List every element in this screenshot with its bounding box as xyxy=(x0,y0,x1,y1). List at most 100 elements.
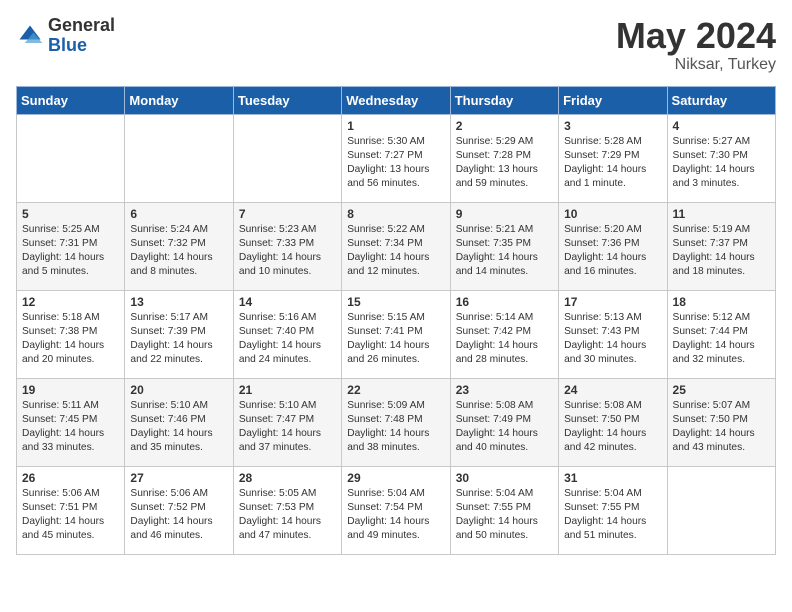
day-number: 8 xyxy=(347,207,444,221)
day-number: 13 xyxy=(130,295,227,309)
day-number: 12 xyxy=(22,295,119,309)
cell-info: Sunrise: 5:28 AMSunset: 7:29 PMDaylight:… xyxy=(564,136,646,190)
calendar-cell: 17 Sunrise: 5:13 AMSunset: 7:43 PMDayligh… xyxy=(559,290,667,378)
logo-icon xyxy=(16,22,44,50)
day-number: 9 xyxy=(456,207,553,221)
day-number: 17 xyxy=(564,295,661,309)
cell-info: Sunrise: 5:08 AMSunset: 7:49 PMDaylight:… xyxy=(456,400,538,454)
calendar-week-row: 19Sunrise: 5:11 AMSunset: 7:45 PMDayligh… xyxy=(17,378,776,466)
day-number: 24 xyxy=(564,383,661,397)
calendar-week-row: 26 Sunrise: 5:06 AMSunset: 7:51 PMDayligh… xyxy=(17,466,776,554)
cell-info: Sunrise: 5:09 AMSunset: 7:48 PMDaylight:… xyxy=(347,400,429,454)
calendar-cell: 1 Sunrise: 5:30 AMSunset: 7:27 PMDaylight… xyxy=(342,114,450,202)
day-number: 5 xyxy=(22,207,119,221)
day-number: 30 xyxy=(456,471,553,485)
day-number: 25 xyxy=(673,383,770,397)
calendar-cell: 11Sunrise: 5:19 AMSunset: 7:37 PMDayligh… xyxy=(667,202,775,290)
calendar-cell: 15 Sunrise: 5:15 AMSunset: 7:41 PMDayligh… xyxy=(342,290,450,378)
cell-info: Sunrise: 5:10 AMSunset: 7:46 PMDaylight:… xyxy=(130,400,212,454)
cell-info: Sunrise: 5:16 AMSunset: 7:40 PMDaylight:… xyxy=(239,312,321,366)
day-number: 22 xyxy=(347,383,444,397)
day-number: 7 xyxy=(239,207,336,221)
cell-info: Sunrise: 5:07 AMSunset: 7:50 PMDaylight:… xyxy=(673,400,755,454)
day-header: Monday xyxy=(125,86,233,114)
calendar-cell: 31 Sunrise: 5:04 AMSunset: 7:55 PMDayligh… xyxy=(559,466,667,554)
calendar-cell: 4 Sunrise: 5:27 AMSunset: 7:30 PMDaylight… xyxy=(667,114,775,202)
header-row: SundayMondayTuesdayWednesdayThursdayFrid… xyxy=(17,86,776,114)
location-subtitle: Niksar, Turkey xyxy=(616,56,776,74)
calendar-cell xyxy=(233,114,341,202)
cell-info: Sunrise: 5:11 AMSunset: 7:45 PMDaylight:… xyxy=(22,400,104,454)
day-header: Friday xyxy=(559,86,667,114)
calendar-cell: 24 Sunrise: 5:08 AMSunset: 7:50 PMDayligh… xyxy=(559,378,667,466)
day-number: 18 xyxy=(673,295,770,309)
calendar-cell: 20 Sunrise: 5:10 AMSunset: 7:46 PMDayligh… xyxy=(125,378,233,466)
cell-info: Sunrise: 5:12 AMSunset: 7:44 PMDaylight:… xyxy=(673,312,755,366)
cell-info: Sunrise: 5:17 AMSunset: 7:39 PMDaylight:… xyxy=(130,312,212,366)
day-number: 4 xyxy=(673,119,770,133)
calendar-cell: 14 Sunrise: 5:16 AMSunset: 7:40 PMDayligh… xyxy=(233,290,341,378)
cell-info: Sunrise: 5:15 AMSunset: 7:41 PMDaylight:… xyxy=(347,312,429,366)
calendar-cell: 10Sunrise: 5:20 AMSunset: 7:36 PMDayligh… xyxy=(559,202,667,290)
cell-info: Sunrise: 5:10 AMSunset: 7:47 PMDaylight:… xyxy=(239,400,321,454)
calendar-cell: 26 Sunrise: 5:06 AMSunset: 7:51 PMDayligh… xyxy=(17,466,125,554)
cell-info: Sunrise: 5:06 AMSunset: 7:51 PMDaylight:… xyxy=(22,488,104,542)
day-number: 15 xyxy=(347,295,444,309)
calendar-cell xyxy=(17,114,125,202)
day-number: 2 xyxy=(456,119,553,133)
logo-blue: Blue xyxy=(48,36,115,56)
day-header: Thursday xyxy=(450,86,558,114)
calendar-cell: 6Sunrise: 5:24 AMSunset: 7:32 PMDaylight… xyxy=(125,202,233,290)
day-header: Tuesday xyxy=(233,86,341,114)
day-number: 28 xyxy=(239,471,336,485)
day-number: 3 xyxy=(564,119,661,133)
cell-info: Sunrise: 5:04 AMSunset: 7:55 PMDaylight:… xyxy=(564,488,646,542)
cell-info: Sunrise: 5:23 AMSunset: 7:33 PMDaylight:… xyxy=(239,224,321,278)
calendar-cell: 30 Sunrise: 5:04 AMSunset: 7:55 PMDayligh… xyxy=(450,466,558,554)
day-number: 16 xyxy=(456,295,553,309)
day-header: Sunday xyxy=(17,86,125,114)
calendar-cell: 28Sunrise: 5:05 AMSunset: 7:53 PMDayligh… xyxy=(233,466,341,554)
day-number: 14 xyxy=(239,295,336,309)
calendar-cell: 13 Sunrise: 5:17 AMSunset: 7:39 PMDayligh… xyxy=(125,290,233,378)
title-area: May 2024 Niksar, Turkey xyxy=(616,16,776,74)
cell-info: Sunrise: 5:20 AMSunset: 7:36 PMDaylight:… xyxy=(564,224,646,278)
day-number: 21 xyxy=(239,383,336,397)
calendar-cell: 7 Sunrise: 5:23 AMSunset: 7:33 PMDaylight… xyxy=(233,202,341,290)
calendar-cell: 12 Sunrise: 5:18 AMSunset: 7:38 PMDayligh… xyxy=(17,290,125,378)
cell-info: Sunrise: 5:21 AMSunset: 7:35 PMDaylight:… xyxy=(456,224,538,278)
calendar-cell: 18 Sunrise: 5:12 AMSunset: 7:44 PMDayligh… xyxy=(667,290,775,378)
day-number: 26 xyxy=(22,471,119,485)
cell-info: Sunrise: 5:13 AMSunset: 7:43 PMDaylight:… xyxy=(564,312,646,366)
calendar-cell: 9 Sunrise: 5:21 AMSunset: 7:35 PMDaylight… xyxy=(450,202,558,290)
cell-info: Sunrise: 5:08 AMSunset: 7:50 PMDaylight:… xyxy=(564,400,646,454)
calendar-cell: 8Sunrise: 5:22 AMSunset: 7:34 PMDaylight… xyxy=(342,202,450,290)
cell-info: Sunrise: 5:18 AMSunset: 7:38 PMDaylight:… xyxy=(22,312,104,366)
calendar-cell: 5 Sunrise: 5:25 AMSunset: 7:31 PMDaylight… xyxy=(17,202,125,290)
cell-info: Sunrise: 5:29 AMSunset: 7:28 PMDaylight:… xyxy=(456,136,538,190)
day-header: Wednesday xyxy=(342,86,450,114)
cell-info: Sunrise: 5:04 AMSunset: 7:55 PMDaylight:… xyxy=(456,488,538,542)
calendar-table: SundayMondayTuesdayWednesdayThursdayFrid… xyxy=(16,86,776,555)
calendar-cell: 19Sunrise: 5:11 AMSunset: 7:45 PMDayligh… xyxy=(17,378,125,466)
logo-general: General xyxy=(48,16,115,36)
day-header: Saturday xyxy=(667,86,775,114)
cell-info: Sunrise: 5:27 AMSunset: 7:30 PMDaylight:… xyxy=(673,136,755,190)
calendar-cell: 27Sunrise: 5:06 AMSunset: 7:52 PMDayligh… xyxy=(125,466,233,554)
day-number: 1 xyxy=(347,119,444,133)
calendar-cell: 25 Sunrise: 5:07 AMSunset: 7:50 PMDayligh… xyxy=(667,378,775,466)
cell-info: Sunrise: 5:30 AMSunset: 7:27 PMDaylight:… xyxy=(347,136,429,190)
day-number: 20 xyxy=(130,383,227,397)
calendar-week-row: 5 Sunrise: 5:25 AMSunset: 7:31 PMDaylight… xyxy=(17,202,776,290)
calendar-cell: 3 Sunrise: 5:28 AMSunset: 7:29 PMDaylight… xyxy=(559,114,667,202)
calendar-week-row: 12 Sunrise: 5:18 AMSunset: 7:38 PMDayligh… xyxy=(17,290,776,378)
calendar-week-row: 1 Sunrise: 5:30 AMSunset: 7:27 PMDaylight… xyxy=(17,114,776,202)
day-number: 27 xyxy=(130,471,227,485)
calendar-cell xyxy=(125,114,233,202)
calendar-cell: 23Sunrise: 5:08 AMSunset: 7:49 PMDayligh… xyxy=(450,378,558,466)
cell-info: Sunrise: 5:25 AMSunset: 7:31 PMDaylight:… xyxy=(22,224,104,278)
day-number: 11 xyxy=(673,207,770,221)
logo-text: General Blue xyxy=(48,16,115,56)
day-number: 31 xyxy=(564,471,661,485)
calendar-cell: 22 Sunrise: 5:09 AMSunset: 7:48 PMDayligh… xyxy=(342,378,450,466)
